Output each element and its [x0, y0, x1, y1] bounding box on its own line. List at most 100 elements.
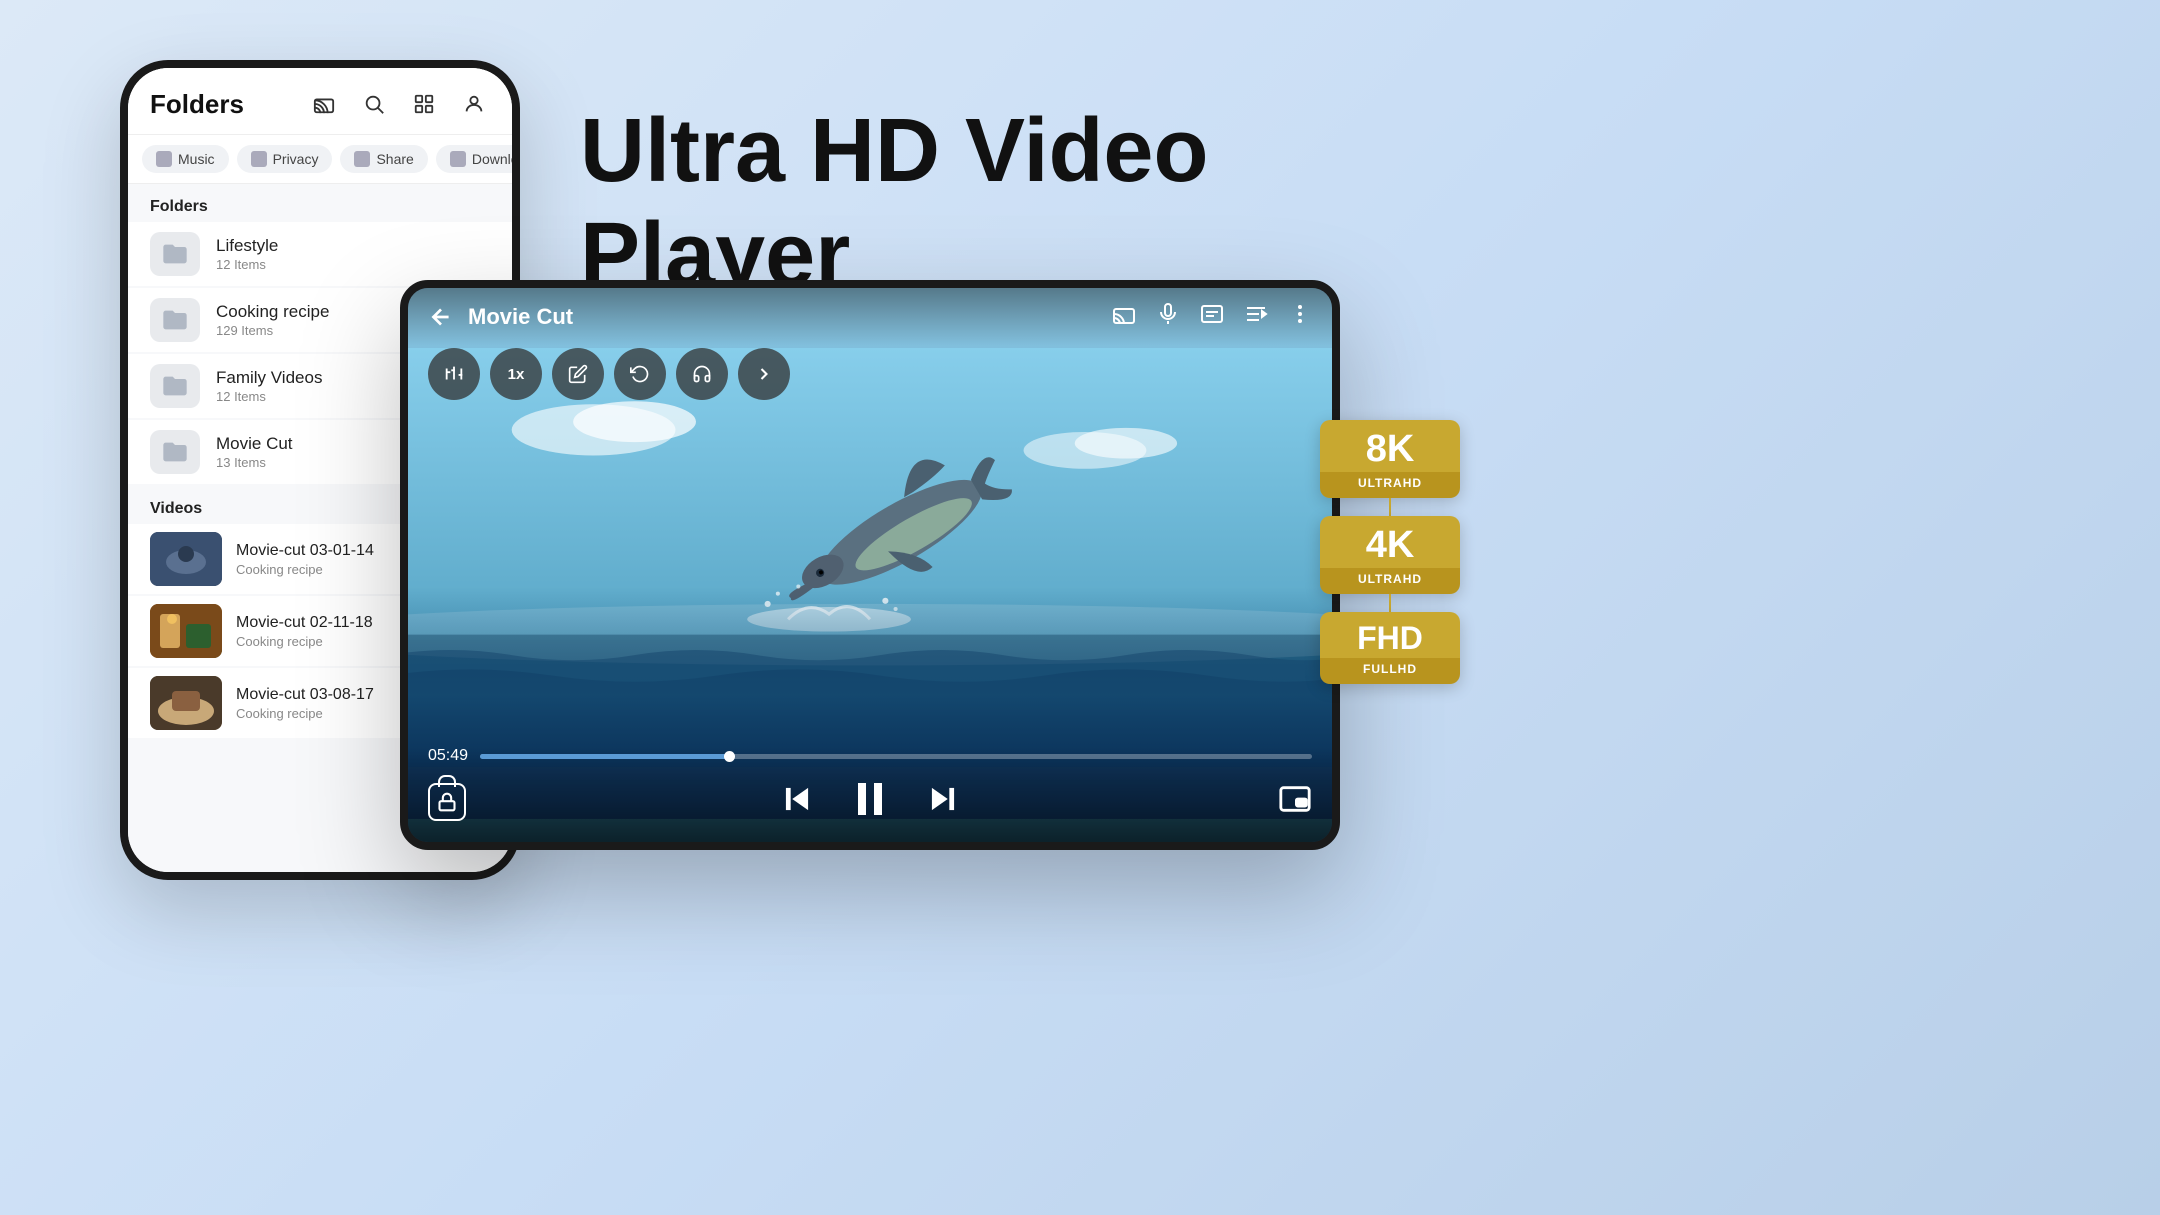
- video-sub-2: Cooking recipe: [236, 634, 373, 649]
- badge-8k-bottom: ULTRAHD: [1320, 472, 1460, 498]
- profile-icon[interactable]: [458, 88, 490, 120]
- tab-share[interactable]: Share: [340, 145, 427, 173]
- lock-icon: [428, 783, 466, 821]
- speed-label: 1x: [508, 366, 525, 383]
- video-thumb-2: [150, 604, 222, 658]
- folder-info-lifestyle: Lifestyle 12 Items: [216, 236, 278, 272]
- badge-4k-top: 4K: [1320, 516, 1460, 568]
- tablet-mockup: Movie Cut: [400, 280, 1340, 850]
- player-controls-top: 1x: [428, 348, 790, 400]
- player-title: Movie Cut: [468, 304, 573, 330]
- playlist-icon-player[interactable]: [1244, 302, 1268, 332]
- tab-share-label: Share: [376, 151, 413, 167]
- back-button[interactable]: [428, 304, 454, 330]
- folder-icon-lifestyle: [150, 232, 200, 276]
- tab-downloaded-label: Downloaded: [472, 151, 512, 167]
- video-name-1: Movie-cut 03-01-14: [236, 542, 374, 560]
- badge-8k-sub: ULTRAHD: [1328, 476, 1452, 490]
- badge-fhd-top: FHD: [1320, 612, 1460, 658]
- folder-icon-cooking: [150, 298, 200, 342]
- audio-button[interactable]: [676, 348, 728, 400]
- folder-name-family: Family Videos: [216, 368, 322, 388]
- tab-privacy-label: Privacy: [273, 151, 319, 167]
- folder-count-moviecut: 13 Items: [216, 455, 293, 470]
- badge-fhd-sub: FULLHD: [1328, 662, 1452, 676]
- phone-header: Folders: [128, 68, 512, 135]
- badge-4k-sub: ULTRAHD: [1328, 572, 1452, 586]
- folder-icon-moviecut: [150, 430, 200, 474]
- pause-button[interactable]: [846, 775, 894, 828]
- cast-icon[interactable]: [308, 88, 340, 120]
- folder-icon-family: [150, 364, 200, 408]
- time-current: 05:49: [428, 747, 468, 765]
- folder-name-moviecut: Movie Cut: [216, 434, 293, 454]
- playback-center: [778, 775, 962, 828]
- equalizer-button[interactable]: [428, 348, 480, 400]
- cast-icon-player[interactable]: [1112, 302, 1136, 332]
- badge-8k-label: 8K: [1334, 430, 1446, 468]
- video-name-3: Movie-cut 03-08-17: [236, 686, 374, 704]
- folder-info-moviecut: Movie Cut 13 Items: [216, 434, 293, 470]
- resolution-badges: 8K ULTRAHD 4K ULTRAHD FHD FULLHD: [1320, 420, 1460, 684]
- player-top-right: [1112, 302, 1312, 332]
- badge-fhd: FHD FULLHD: [1320, 612, 1460, 684]
- folder-name-cooking: Cooking recipe: [216, 302, 329, 322]
- mic-icon-player[interactable]: [1156, 302, 1180, 332]
- badge-4k: 4K ULTRAHD: [1320, 516, 1460, 594]
- folders-section-label: Folders: [128, 184, 512, 222]
- more-icon-player[interactable]: [1288, 302, 1312, 332]
- badge-4k-bottom: ULTRAHD: [1320, 568, 1460, 594]
- tab-downloaded[interactable]: Downloaded: [436, 145, 512, 173]
- search-icon[interactable]: [358, 88, 390, 120]
- video-sub-3: Cooking recipe: [236, 706, 374, 721]
- video-sub-1: Cooking recipe: [236, 562, 374, 577]
- connector-8k-4k: [1389, 498, 1391, 516]
- video-name-2: Movie-cut 02-11-18: [236, 614, 373, 632]
- skip-forward-button[interactable]: [924, 780, 962, 823]
- badge-8k-top: 8K: [1320, 420, 1460, 472]
- folder-info-cooking: Cooking recipe 129 Items: [216, 302, 329, 338]
- player-top-left: Movie Cut: [428, 304, 573, 330]
- badge-8k: 8K ULTRAHD: [1320, 420, 1460, 498]
- video-info-1: Movie-cut 03-01-14 Cooking recipe: [236, 542, 374, 577]
- folder-item-lifestyle[interactable]: Lifestyle 12 Items: [128, 222, 512, 286]
- player-container: Movie Cut: [408, 288, 1332, 842]
- grid-icon[interactable]: [408, 88, 440, 120]
- subtitles-icon-player[interactable]: [1200, 302, 1224, 332]
- badge-fhd-bottom: FULLHD: [1320, 658, 1460, 684]
- progress-track[interactable]: [480, 754, 1312, 759]
- video-thumb-1: [150, 532, 222, 586]
- lock-button[interactable]: [428, 783, 466, 821]
- progress-thumb: [724, 751, 735, 762]
- video-info-2: Movie-cut 02-11-18 Cooking recipe: [236, 614, 373, 649]
- progress-row: 05:49: [428, 747, 1312, 765]
- folder-name-lifestyle: Lifestyle: [216, 236, 278, 256]
- badge-4k-label: 4K: [1334, 526, 1446, 564]
- phone-title: Folders: [150, 89, 244, 120]
- connector-4k-fhd: [1389, 594, 1391, 612]
- water-overlay: [408, 587, 1332, 767]
- pip-button[interactable]: [1278, 782, 1312, 821]
- phone-header-icons: [308, 88, 490, 120]
- player-bottom: 05:49: [408, 747, 1332, 842]
- video-info-3: Movie-cut 03-08-17 Cooking recipe: [236, 686, 374, 721]
- folder-count-family: 12 Items: [216, 389, 322, 404]
- more-controls-button[interactable]: [738, 348, 790, 400]
- folder-count-cooking: 129 Items: [216, 323, 329, 338]
- tab-music[interactable]: Music: [142, 145, 229, 173]
- tab-music-label: Music: [178, 151, 215, 167]
- edit-button[interactable]: [552, 348, 604, 400]
- video-thumb-3: [150, 676, 222, 730]
- phone-tabs: Music Privacy Share Downloaded: [128, 135, 512, 184]
- badge-fhd-label: FHD: [1334, 622, 1446, 654]
- folder-count-lifestyle: 12 Items: [216, 257, 278, 272]
- folder-info-family: Family Videos 12 Items: [216, 368, 322, 404]
- progress-fill: [480, 754, 730, 759]
- tab-privacy[interactable]: Privacy: [237, 145, 333, 173]
- player-top-bar: Movie Cut: [408, 288, 1332, 346]
- playback-controls: [428, 775, 1312, 828]
- speed-button[interactable]: 1x: [490, 348, 542, 400]
- headline-line1: Ultra HD Video Player: [580, 101, 1208, 305]
- rotate-button[interactable]: [614, 348, 666, 400]
- skip-back-button[interactable]: [778, 780, 816, 823]
